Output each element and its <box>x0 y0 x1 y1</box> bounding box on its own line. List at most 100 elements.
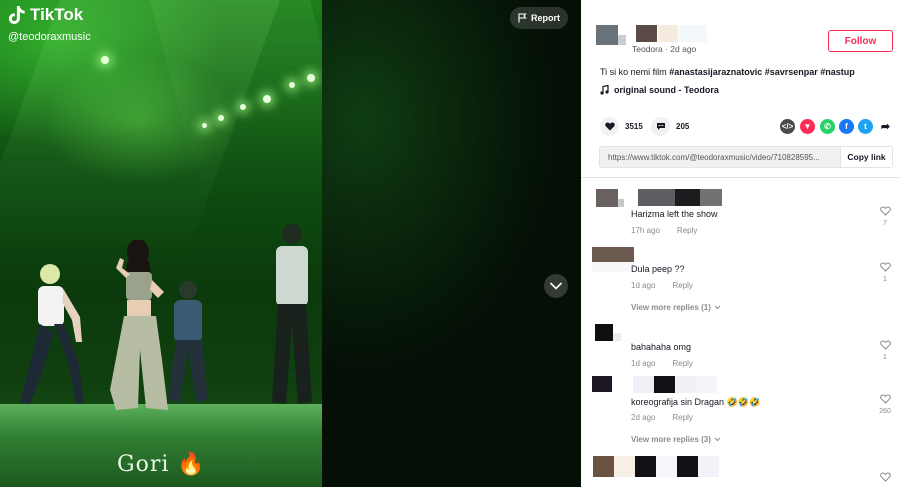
author-name-redaction <box>636 25 657 42</box>
view-more-replies[interactable]: View more replies (1) <box>631 303 721 312</box>
avatar-redaction <box>618 199 624 207</box>
commenter-name-redaction <box>696 376 717 393</box>
embed-icon[interactable]: </> <box>780 119 795 134</box>
heart-outline-icon[interactable] <box>879 340 891 350</box>
commenter-name-redaction <box>677 456 698 477</box>
post-description: Ti si ko nemi film #anastasijaraznatovic… <box>600 67 855 77</box>
share-link-url[interactable]: https://www.tiktok.com/@teodoraxmusic/vi… <box>600 153 840 162</box>
chevron-down-icon <box>714 437 721 442</box>
video-player[interactable]: TikTok @teodoraxmusic Gori 🔥 <box>0 0 322 487</box>
comment-time: 1d ago <box>631 359 656 368</box>
avatar-redaction <box>613 333 621 341</box>
author-meta: Teodora · 2d ago <box>632 44 697 54</box>
divider <box>581 177 900 178</box>
stage-light <box>307 74 315 82</box>
commenter-name-redaction <box>698 456 719 477</box>
commenter-name-redaction <box>654 376 675 393</box>
stage-light <box>289 82 295 88</box>
author-name-redaction <box>679 25 707 42</box>
comment-avatar[interactable] <box>592 376 612 392</box>
description-text: Ti si ko nemi film <box>600 67 670 77</box>
heart-icon[interactable] <box>600 117 619 136</box>
dancer-right <box>272 224 312 404</box>
comment-text: Dula peep ?? <box>631 264 685 274</box>
heart-outline-icon[interactable] <box>879 262 891 272</box>
comment-like[interactable]: 260 <box>878 394 892 415</box>
commenter-name-redaction <box>635 456 656 477</box>
comment-like-count: 1 <box>883 354 887 361</box>
copy-link-button[interactable]: Copy link <box>840 147 892 167</box>
author-name-redaction <box>658 25 678 42</box>
twitter-icon[interactable]: t <box>858 119 873 134</box>
comment-like[interactable] <box>878 472 892 482</box>
creator-handle: @teodoraxmusic <box>8 31 91 43</box>
reply-button[interactable]: Reply <box>672 413 692 422</box>
comment-time: 2d ago <box>631 413 656 422</box>
comment-like-count: 260 <box>879 408 891 415</box>
comment-text: koreografija sin Dragan 🤣🤣🤣 <box>631 397 761 407</box>
comment-count: 205 <box>676 122 690 131</box>
comment-like-count: 7 <box>883 220 887 227</box>
heart-outline-icon[interactable] <box>879 472 891 482</box>
stage-light <box>101 56 109 64</box>
dancer-back <box>168 281 208 402</box>
facebook-icon[interactable]: f <box>839 119 854 134</box>
chevron-down-icon <box>550 282 562 290</box>
commenter-name-redaction <box>675 376 696 393</box>
whatsapp-icon[interactable]: ✆ <box>820 119 835 134</box>
comment-stat[interactable]: 205 <box>651 117 689 136</box>
comment-avatar[interactable] <box>592 247 634 262</box>
send-to-friends-icon[interactable]: ▼ <box>800 119 815 134</box>
comment-time: 17h ago <box>631 226 660 235</box>
heart-outline-icon[interactable] <box>879 206 891 216</box>
stage-light <box>202 123 207 128</box>
stage-light <box>218 115 224 121</box>
view-more-label: View more replies (1) <box>631 303 711 312</box>
share-link-box: https://www.tiktok.com/@teodoraxmusic/vi… <box>599 146 893 168</box>
commenter-name-redaction <box>614 456 635 477</box>
report-button[interactable]: Report <box>510 7 568 29</box>
music-note-icon <box>600 85 609 95</box>
comment-avatar[interactable] <box>596 189 618 207</box>
comment-time: 1d ago <box>631 281 656 290</box>
stage-light <box>263 95 271 103</box>
comment-like-count: 1 <box>883 276 887 283</box>
avatar[interactable] <box>596 25 618 45</box>
flag-icon <box>518 13 527 23</box>
comment-like[interactable]: 1 <box>878 340 892 361</box>
sound-link[interactable]: original sound - Teodora <box>600 85 719 95</box>
comment-like[interactable]: 1 <box>878 262 892 283</box>
comment-avatar[interactable] <box>593 456 614 477</box>
follow-button[interactable]: Follow <box>828 30 893 52</box>
comment-text: Harizma left the show <box>631 209 718 219</box>
heart-outline-icon[interactable] <box>879 394 891 404</box>
tiktok-icon <box>8 6 25 24</box>
report-label: Report <box>531 13 560 23</box>
comment-avatar[interactable] <box>595 324 613 341</box>
view-more-replies[interactable]: View more replies (3) <box>631 435 721 444</box>
reply-button[interactable]: Reply <box>677 226 697 235</box>
video-backdrop <box>322 0 581 487</box>
commenter-name-redaction <box>675 189 700 206</box>
comment-meta: 2d ago Reply <box>631 413 693 422</box>
sound-name: original sound - Teodora <box>614 85 719 95</box>
like-count: 3515 <box>625 122 643 131</box>
view-more-label: View more replies (3) <box>631 435 711 444</box>
comment-like[interactable]: 7 <box>878 206 892 227</box>
video-stage[interactable]: TikTok @teodoraxmusic Gori 🔥 Report <box>0 0 581 487</box>
tiktok-logo: TikTok <box>8 5 83 25</box>
dancer-left <box>20 264 84 404</box>
share-arrow-icon[interactable]: ➦ <box>878 119 893 134</box>
reply-button[interactable]: Reply <box>672 359 692 368</box>
post-detail-panel: Teodora · 2d ago Follow Ti si ko nemi fi… <box>581 0 900 487</box>
next-video-button[interactable] <box>544 274 568 298</box>
hashtags[interactable]: #anastasijaraznatovic #savrsenpar #nastu… <box>669 67 855 77</box>
like-stat[interactable]: 3515 <box>600 117 643 136</box>
comment-meta: 1d ago Reply <box>631 281 693 290</box>
avatar-redaction <box>592 262 634 272</box>
commenter-name-redaction <box>656 456 677 477</box>
stage-light <box>240 104 246 110</box>
comment-icon[interactable] <box>651 117 670 136</box>
commenter-name-redaction <box>700 189 722 206</box>
reply-button[interactable]: Reply <box>672 281 692 290</box>
